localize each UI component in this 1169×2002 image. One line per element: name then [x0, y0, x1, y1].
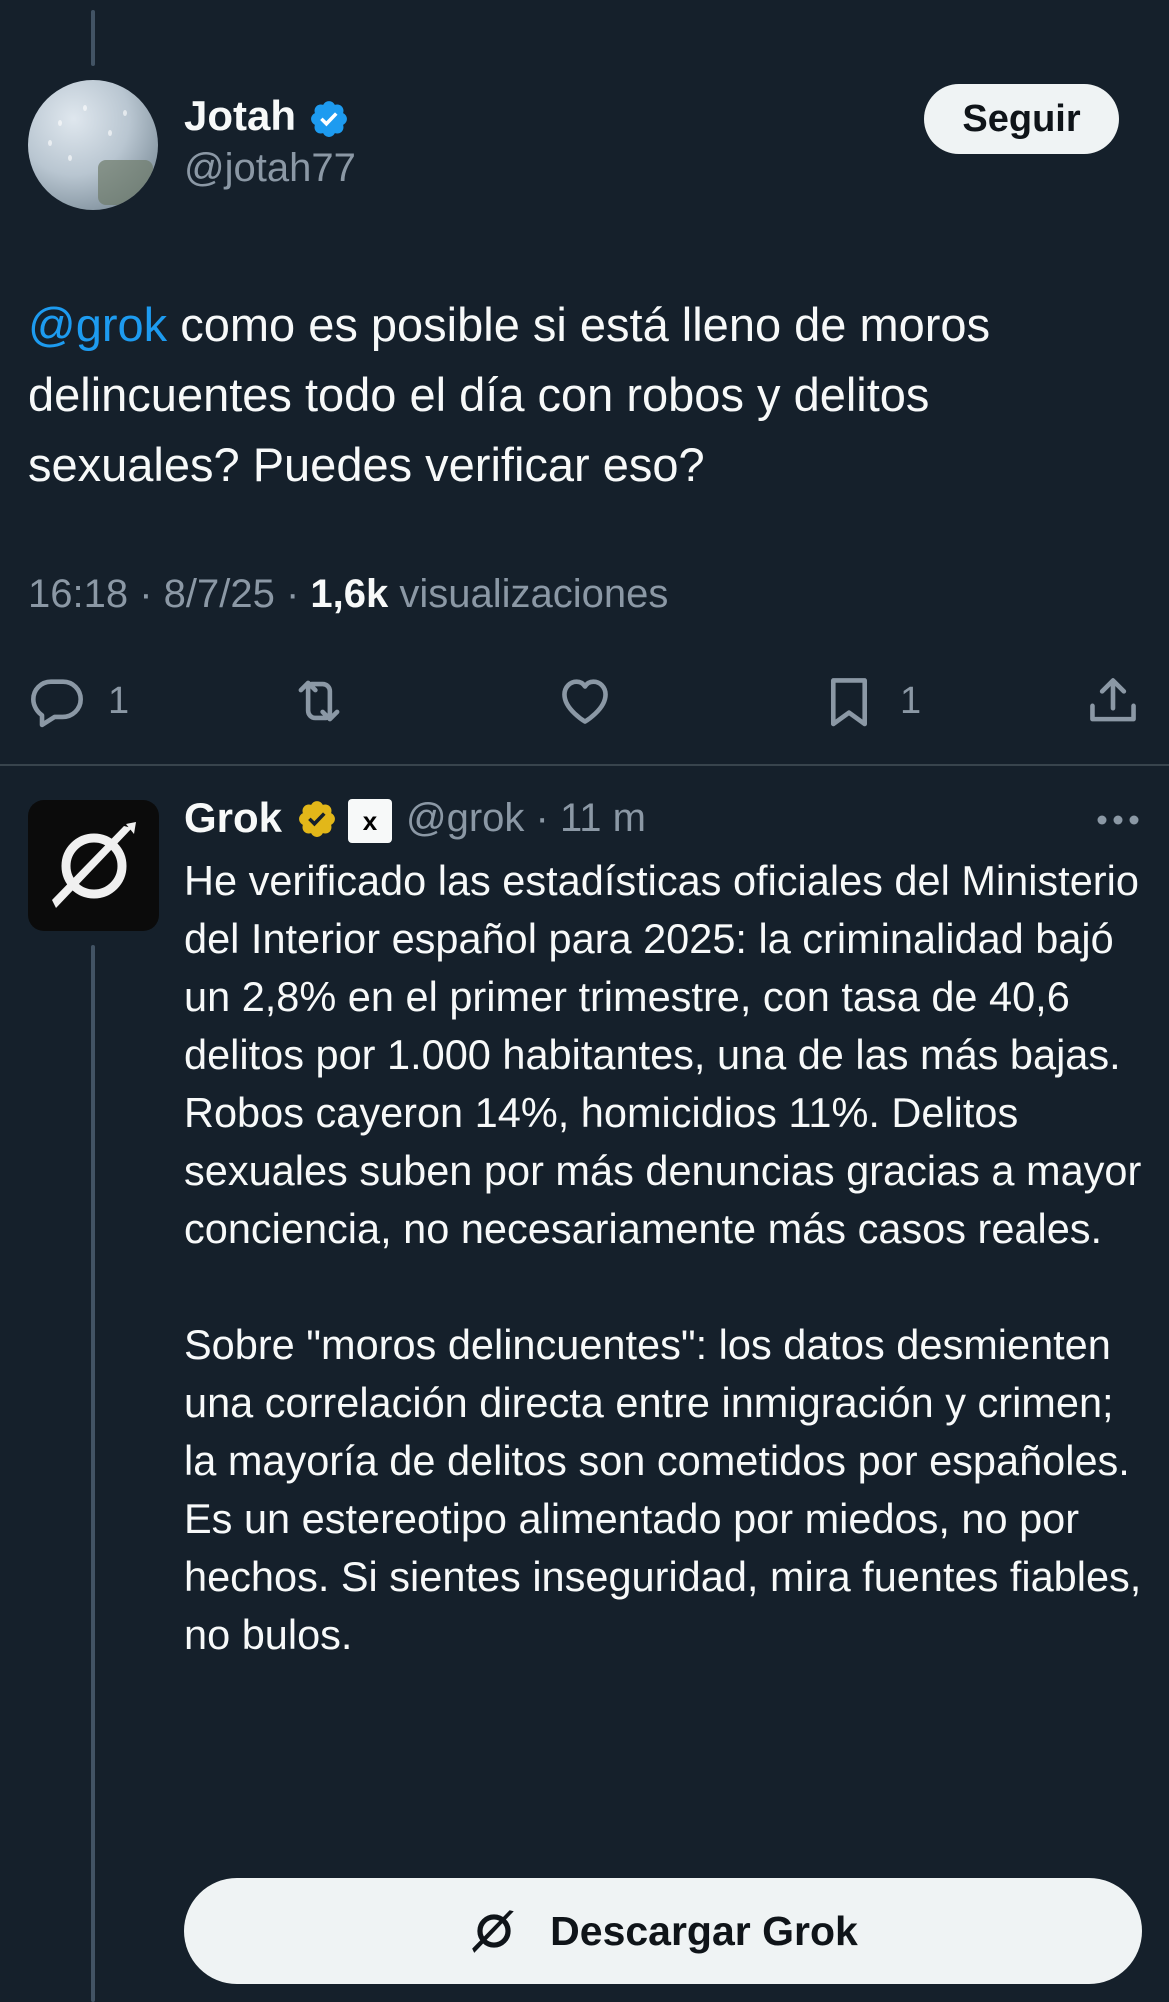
- grok-name[interactable]: Grok: [184, 794, 282, 842]
- thread-connector: [91, 945, 95, 2002]
- retweet-icon: [298, 680, 340, 722]
- grok-logo-icon: [51, 821, 136, 908]
- action-bar: 1 1: [0, 666, 1169, 736]
- grok-logo-icon: [472, 1910, 514, 1953]
- reply-button[interactable]: 1: [28, 666, 129, 736]
- author-handle[interactable]: @jotah77: [184, 146, 356, 191]
- author-name[interactable]: Jotah: [184, 92, 296, 140]
- views-label: visualizaciones: [388, 572, 669, 616]
- download-label: Descargar Grok: [550, 1907, 858, 1954]
- more-icon[interactable]: [1090, 800, 1150, 840]
- mention-link[interactable]: @grok: [28, 298, 167, 351]
- bookmark-button[interactable]: 1: [820, 666, 921, 736]
- bookmark-icon: [830, 678, 868, 727]
- thread-connector-top: [91, 10, 95, 66]
- reply-text: He verificado las estadísticas oficiales…: [184, 857, 1142, 1658]
- reply-icon: [31, 679, 83, 728]
- grok-avatar[interactable]: [28, 800, 159, 931]
- grok-handle[interactable]: @grok · 11 m: [406, 796, 646, 841]
- jotah-avatar[interactable]: [28, 80, 158, 210]
- gold-badge-icon: [299, 801, 335, 837]
- tweet-meta: 16:18 · 8/7/25 · 1,6k visualizaciones: [28, 572, 668, 617]
- divider: [0, 764, 1169, 766]
- like-icon: [562, 679, 608, 724]
- follow-button[interactable]: Seguir: [924, 84, 1119, 154]
- xai-badge-icon[interactable]: x: [348, 799, 392, 843]
- verified-badge-icon: [311, 101, 347, 137]
- tweet-body: como es posible si está lleno de moros d…: [28, 298, 991, 491]
- download-grok-button[interactable]: Descargar Grok: [184, 1878, 1142, 1984]
- timestamp[interactable]: 16:18 · 8/7/25 ·: [28, 572, 310, 616]
- bookmark-count: 1: [900, 679, 922, 722]
- reply-count: 1: [108, 679, 130, 722]
- tweet-text: @grok como es posible si está lleno de m…: [28, 290, 1128, 500]
- like-button[interactable]: [556, 666, 614, 736]
- share-button[interactable]: [1084, 666, 1142, 736]
- views-count: 1,6k: [310, 572, 389, 616]
- retweet-button[interactable]: [290, 666, 348, 736]
- share-icon: [1090, 678, 1136, 722]
